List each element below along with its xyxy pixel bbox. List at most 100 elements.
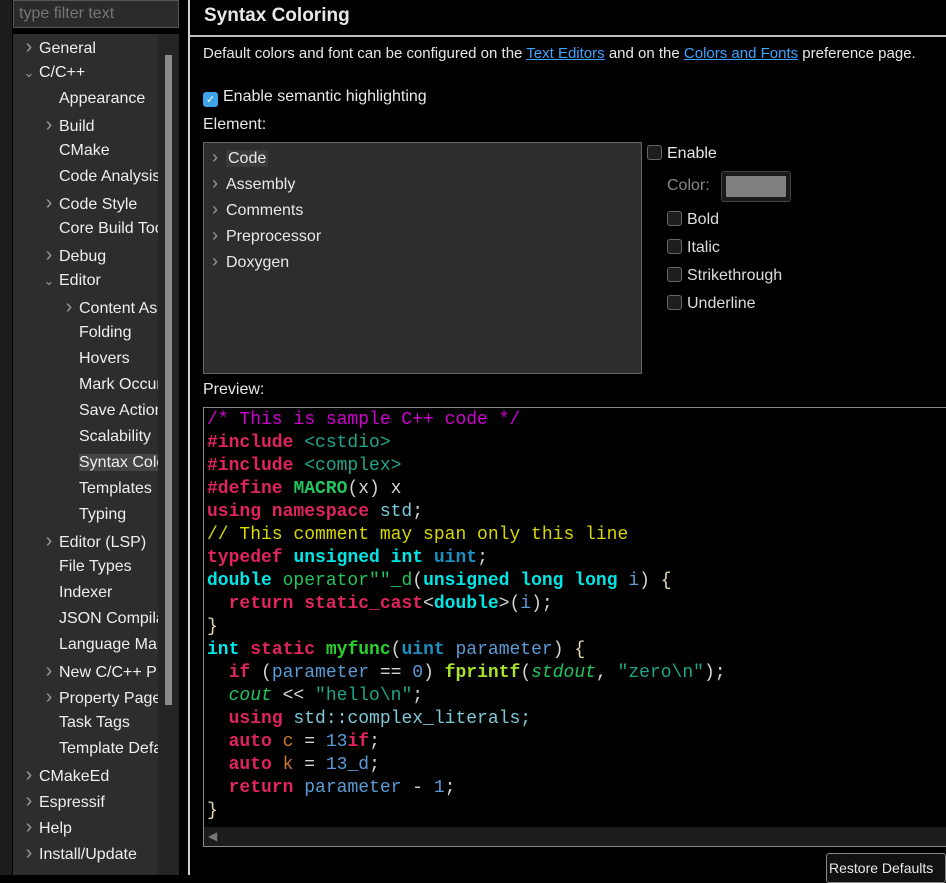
element-item[interactable]: › Doxygen xyxy=(212,248,289,274)
chevron-right-icon[interactable]: › xyxy=(19,814,39,840)
code-token: "hello\n" xyxy=(315,686,413,706)
code-token: 1 xyxy=(433,778,445,798)
element-item-label: Preprocessor xyxy=(226,228,322,245)
underline-checkbox[interactable]: Underline xyxy=(667,295,755,313)
chevron-right-icon[interactable]: › xyxy=(39,190,59,216)
chevron-right-icon[interactable]: › xyxy=(19,788,39,814)
element-item[interactable]: › Assembly xyxy=(212,170,295,196)
tree-item[interactable]: Indexer xyxy=(39,580,112,606)
tree-item[interactable]: › Code Style xyxy=(39,190,138,216)
color-picker-button[interactable] xyxy=(721,171,791,202)
preference-tree: › General ⌄ C/C++ Appearance › Build CMake Code … xyxy=(13,34,158,875)
scroll-left-icon[interactable]: ◀ xyxy=(208,829,217,843)
tree-item[interactable]: Folding xyxy=(59,320,131,346)
tree-item-label: Templates xyxy=(79,480,152,497)
tree-item[interactable]: CMake xyxy=(39,138,110,164)
tree-item[interactable]: › Espressif xyxy=(19,788,105,814)
code-token: { xyxy=(574,640,586,660)
chevron-right-icon[interactable]: › xyxy=(39,528,59,554)
code-token: ( xyxy=(520,663,532,683)
tree-item-label: CMakeEd xyxy=(39,768,110,785)
colors-and-fonts-link[interactable]: Colors and Fonts xyxy=(684,45,798,62)
tree-item[interactable]: Templates xyxy=(59,476,152,502)
tree-item[interactable]: › Help xyxy=(19,814,72,840)
chevron-right-icon[interactable]: › xyxy=(212,147,218,167)
code-line: /* This is sample C++ code */ xyxy=(207,409,943,432)
tree-item-label: Folding xyxy=(79,324,132,341)
code-line: cout << "hello\n"; xyxy=(207,685,943,708)
tree-item[interactable]: Save Actions xyxy=(59,398,158,424)
chevron-down-icon[interactable]: ⌄ xyxy=(19,60,39,86)
tree-item[interactable]: JSON Compilation Database xyxy=(39,606,158,632)
chevron-right-icon[interactable]: › xyxy=(212,173,218,193)
tree-item[interactable]: Language Mappings xyxy=(39,632,158,658)
code-preview[interactable]: /* This is sample C++ code */#include <c… xyxy=(203,407,946,847)
tree-item-label: Editor (LSP) xyxy=(59,534,147,551)
tree-item[interactable]: › Editor (LSP) xyxy=(39,528,146,554)
enable-checkbox[interactable]: Enable xyxy=(647,145,717,163)
tree-item[interactable]: Appearance xyxy=(39,86,145,112)
code-token: 13_d xyxy=(325,755,370,775)
strikethrough-checkbox[interactable]: Strikethrough xyxy=(667,267,782,285)
code-token: i xyxy=(520,594,532,614)
chevron-down-icon[interactable]: ⌄ xyxy=(39,268,59,294)
text-editors-link[interactable]: Text Editors xyxy=(526,45,604,62)
tree-item[interactable]: Code Analysis xyxy=(39,164,158,190)
code-token: 0 xyxy=(412,663,424,683)
chevron-right-icon[interactable]: › xyxy=(19,34,39,60)
checkbox-icon xyxy=(667,267,682,282)
tree-item[interactable]: › Debug xyxy=(39,242,107,268)
tree-item[interactable]: › General xyxy=(19,34,96,60)
tree-item[interactable]: Hovers xyxy=(59,346,130,372)
element-item[interactable]: › Preprocessor xyxy=(212,222,321,248)
tree-item-label: CMake xyxy=(59,142,110,159)
tree-item[interactable]: › Install/Update xyxy=(19,840,137,866)
code-token: } xyxy=(207,801,218,821)
tree-item[interactable]: Typing xyxy=(59,502,126,528)
tree-item[interactable]: Mark Occurrences xyxy=(59,372,158,398)
tree-item[interactable]: › Build xyxy=(39,112,95,138)
filter-input[interactable] xyxy=(13,0,179,28)
code-token: parameter xyxy=(271,663,370,683)
tree-item-label: Code Analysis xyxy=(59,168,158,185)
chevron-right-icon[interactable]: › xyxy=(39,112,59,138)
chevron-right-icon[interactable]: › xyxy=(212,225,218,245)
element-item[interactable]: › Code xyxy=(212,144,269,170)
semantic-highlighting-checkbox[interactable]: ✓ Enable semantic highlighting xyxy=(203,88,427,107)
tree-item[interactable]: Syntax Coloring xyxy=(59,450,158,476)
code-line: typedef unsigned int uint; xyxy=(207,547,943,570)
code-token: uint xyxy=(433,548,478,568)
chevron-right-icon[interactable]: › xyxy=(212,251,218,271)
tree-scrollbar-thumb[interactable] xyxy=(165,55,172,705)
tree-item[interactable]: ⌄ Editor xyxy=(39,268,101,294)
tree-item[interactable]: Core Build Toolchains xyxy=(39,216,158,242)
chevron-right-icon[interactable]: › xyxy=(212,199,218,219)
italic-checkbox[interactable]: Italic xyxy=(667,239,720,257)
tree-item[interactable]: File Types xyxy=(39,554,132,580)
tree-item[interactable]: Scalability xyxy=(59,424,151,450)
code-line: return static_cast<double>(i); xyxy=(207,593,943,616)
chevron-right-icon[interactable]: › xyxy=(39,684,59,710)
bold-checkbox[interactable]: Bold xyxy=(667,211,719,229)
tree-item[interactable]: › CMakeEd xyxy=(19,762,110,788)
restore-defaults-button[interactable]: Restore Defaults xyxy=(826,853,946,883)
tree-item[interactable]: ⌄ C/C++ xyxy=(19,60,86,86)
element-item[interactable]: › Comments xyxy=(212,196,303,222)
code-line: } xyxy=(207,800,943,823)
code-token: ( xyxy=(250,663,272,683)
tree-item-label: JSON Compilation Database xyxy=(59,610,158,627)
chevron-right-icon[interactable]: › xyxy=(19,840,39,866)
tree-item[interactable]: Task Tags xyxy=(39,710,130,736)
tree-item[interactable]: ›New C/C++ Project Wizard xyxy=(39,658,158,684)
tree-item[interactable]: ›Content Assist xyxy=(59,294,158,320)
panel-divider[interactable] xyxy=(188,0,190,875)
chevron-right-icon[interactable]: › xyxy=(59,294,79,320)
chevron-right-icon[interactable]: › xyxy=(19,762,39,788)
tree-item[interactable]: Template Default Values xyxy=(39,736,158,762)
chevron-right-icon[interactable]: › xyxy=(39,658,59,684)
tree-item[interactable]: ›Property Pages Settings xyxy=(39,684,158,710)
chevron-right-icon[interactable]: › xyxy=(39,242,59,268)
preview-horizontal-scrollbar[interactable]: ◀ xyxy=(204,827,946,846)
